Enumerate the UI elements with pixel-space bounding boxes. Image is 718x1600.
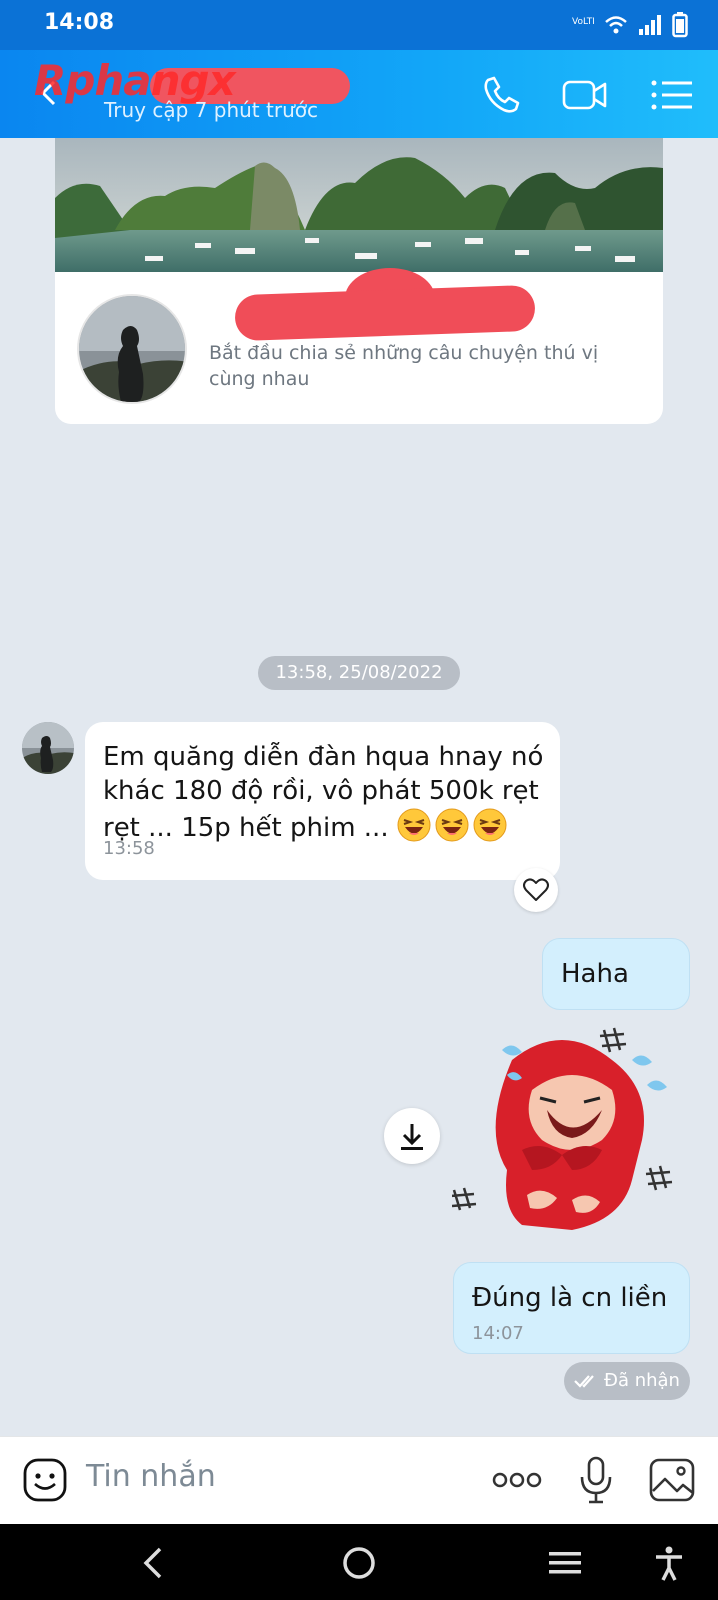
- chat-header: Rphangx Truy cập 7 phút trước: [0, 50, 718, 138]
- message-bubble-outgoing[interactable]: Đúng là cn liền 14:07: [453, 1262, 690, 1354]
- message-time: 13:58: [103, 838, 155, 859]
- nav-home-icon[interactable]: [342, 1546, 376, 1580]
- profile-description: Bắt đầu chia sẻ những câu chuyện thú vị …: [209, 342, 599, 390]
- accessibility-icon[interactable]: [654, 1546, 684, 1582]
- double-check-icon: [574, 1375, 594, 1388]
- status-icons: VoLTE: [572, 12, 688, 38]
- message-bubble-outgoing[interactable]: Haha: [542, 938, 690, 1010]
- wifi-icon: [605, 16, 627, 34]
- delivery-status-badge: Đã nhận: [564, 1362, 690, 1400]
- message-input[interactable]: Tin nhắn: [86, 1459, 216, 1494]
- signal-icon: [639, 15, 661, 35]
- delivery-status-text: Đã nhận: [604, 1370, 680, 1391]
- react-button[interactable]: [514, 868, 558, 912]
- message-input-bar: Tin nhắn: [0, 1436, 718, 1524]
- laughing-emoji-icon: [397, 808, 431, 842]
- nav-recents-icon[interactable]: [548, 1546, 582, 1580]
- sticker-crying-laughing-girl[interactable]: [452, 1020, 692, 1250]
- heart-icon: [523, 878, 549, 901]
- laughing-emoji-icon: [473, 808, 507, 842]
- profile-card[interactable]: Bắt đầu chia sẻ những câu chuyện thú vị …: [55, 138, 663, 424]
- redacted-profile-name: [234, 284, 536, 342]
- emoji-icon[interactable]: [22, 1457, 68, 1503]
- message-text: Em quăng diễn đàn hqua hnay nó khác 180 …: [103, 742, 544, 843]
- svg-text:VoLTE: VoLTE: [572, 17, 594, 27]
- message-text: Haha: [561, 959, 629, 989]
- image-icon[interactable]: [648, 1457, 696, 1503]
- date-separator: 13:58, 25/08/2022: [258, 656, 460, 690]
- microphone-icon[interactable]: [578, 1455, 614, 1505]
- last-seen-status: Truy cập 7 phút trước: [104, 98, 318, 122]
- message-time: 14:07: [472, 1323, 524, 1344]
- message-bubble-incoming[interactable]: Em quăng diễn đàn hqua hnay nó khác 180 …: [85, 722, 560, 880]
- video-camera-icon[interactable]: [562, 72, 608, 118]
- download-button[interactable]: [384, 1108, 440, 1164]
- volte-icon: VoLTE: [572, 17, 594, 27]
- phone-icon[interactable]: [478, 72, 524, 118]
- message-text: Đúng là cn liền: [472, 1283, 668, 1313]
- status-bar: 14:08 VoLTE: [0, 0, 718, 50]
- system-navigation-bar: [0, 1524, 718, 1600]
- profile-avatar[interactable]: [77, 294, 187, 404]
- status-time: 14:08: [44, 10, 115, 35]
- more-dots-icon[interactable]: [492, 1469, 542, 1491]
- nav-back-icon[interactable]: [138, 1546, 168, 1580]
- list-menu-icon[interactable]: [650, 72, 696, 118]
- download-icon: [401, 1124, 423, 1150]
- sender-avatar[interactable]: [22, 722, 74, 774]
- laughing-emoji-icon: [435, 808, 469, 842]
- cover-photo: [55, 138, 663, 272]
- battery-icon: [672, 12, 688, 38]
